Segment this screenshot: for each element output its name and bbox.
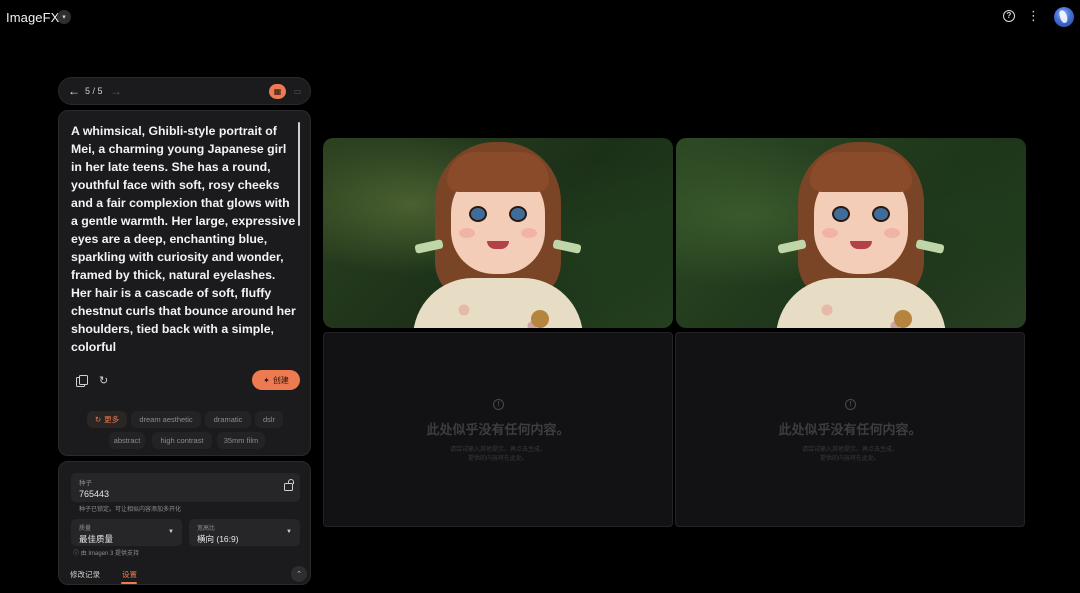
active-tab-indicator xyxy=(121,582,137,584)
empty-subtitle-1: 请尝试输入其他提示。再点击生成， xyxy=(801,447,898,453)
empty-slot-2: ! 此处似乎没有任何内容。 请尝试输入其他提示。再点击生成， 提供的内容将在此处… xyxy=(675,332,1025,527)
settings-panel: 种子 765443 种子已锁定。可让相似内容添加多开化 质量 最佳质量 ▼ 宽高… xyxy=(58,461,311,585)
quality-select[interactable]: 质量 最佳质量 ▼ xyxy=(71,519,182,546)
aspect-label: 宽高比 xyxy=(197,526,216,532)
more-vert-icon[interactable]: ⋮ xyxy=(1027,8,1040,24)
collapse-icon[interactable]: ⌃ xyxy=(291,566,307,582)
prompt-panel: A whimsical, Ghibli-style portrait of Me… xyxy=(58,110,311,456)
info-icon: ⓘ xyxy=(73,551,80,557)
info-icon: ! xyxy=(845,399,856,410)
history-navigator: ← 5 / 5 → ▦ ▭ xyxy=(58,77,311,105)
portrait-illustration xyxy=(776,138,946,328)
chevron-down-icon: ▼ xyxy=(286,529,292,535)
chip-abstract[interactable]: abstract xyxy=(109,432,145,449)
chip-dslr[interactable]: dslr xyxy=(255,411,283,428)
chip-high-contrast[interactable]: high contrast xyxy=(152,432,212,449)
refresh-icon: ↻ xyxy=(94,415,102,424)
help-circle-icon[interactable]: ? xyxy=(1003,10,1015,22)
reset-icon[interactable]: ↻ xyxy=(99,374,108,387)
model-note-text: 由 Imagen 3 提供支持 xyxy=(80,551,140,557)
seed-hint: 种子已锁定。可让相似内容添加多开化 xyxy=(79,507,182,513)
prompt-textarea[interactable]: A whimsical, Ghibli-style portrait of Me… xyxy=(71,122,299,358)
avatar[interactable] xyxy=(1054,7,1074,27)
portrait-illustration xyxy=(413,138,583,328)
empty-subtitle-2: 提供的内容将在此处。 xyxy=(467,456,528,462)
aspect-value: 横向 (16:9) xyxy=(197,534,239,544)
empty-title: 此处似乎没有任何内容。 xyxy=(426,422,570,437)
empty-title: 此处似乎没有任何内容。 xyxy=(778,422,922,437)
empty-subtitle-1: 请尝试输入其他提示。再点击生成， xyxy=(449,447,546,453)
grid-view-icon[interactable]: ▦ xyxy=(269,84,286,99)
aspect-ratio-select[interactable]: 宽高比 横向 (16:9) ▼ xyxy=(189,519,300,546)
chevron-down-icon: ▼ xyxy=(168,529,174,535)
quality-label: 质量 xyxy=(79,526,92,532)
tab-settings[interactable]: 设置 xyxy=(122,569,137,580)
seed-field[interactable]: 种子 765443 xyxy=(71,473,300,502)
lock-icon[interactable] xyxy=(284,479,294,491)
top-bar: ImageFX ▾ ? ⋮ xyxy=(0,0,1080,34)
back-arrow-icon[interactable]: ← xyxy=(68,84,80,98)
quality-value: 最佳质量 xyxy=(79,534,114,544)
chevron-down-icon[interactable]: ▾ xyxy=(57,10,71,24)
create-button[interactable]: ✦ 创建 xyxy=(252,370,300,390)
empty-slot-1: ! 此处似乎没有任何内容。 请尝试输入其他提示。再点击生成， 提供的内容将在此处… xyxy=(323,332,673,527)
prompt-scrollbar[interactable] xyxy=(298,122,300,226)
app-title[interactable]: ImageFX xyxy=(6,10,59,25)
sparkle-icon: ✦ xyxy=(263,375,270,385)
generated-image-2[interactable] xyxy=(676,138,1026,328)
generated-image-1[interactable] xyxy=(323,138,673,328)
empty-subtitle-2: 提供的内容将在此处。 xyxy=(819,456,880,462)
more-chips-label: 更多 xyxy=(104,415,120,424)
chip-dream-aesthetic[interactable]: dream aesthetic xyxy=(131,411,201,428)
model-note: ⓘ 由 Imagen 3 提供支持 xyxy=(73,548,139,557)
seed-label: 种子 xyxy=(79,480,92,487)
single-view-icon[interactable]: ▭ xyxy=(289,84,306,99)
create-label: 创建 xyxy=(272,375,289,385)
copy-icon[interactable] xyxy=(76,375,88,387)
tab-history[interactable]: 修改记录 xyxy=(70,569,100,580)
history-position: 5 / 5 xyxy=(85,86,103,96)
info-icon: ! xyxy=(493,399,504,410)
chip-35mm-film[interactable]: 35mm film xyxy=(217,432,265,449)
seed-value[interactable]: 765443 xyxy=(79,489,109,499)
chip-dramatic[interactable]: dramatic xyxy=(205,411,251,428)
more-chips-button[interactable]: ↻ 更多 xyxy=(87,411,127,428)
forward-arrow-icon[interactable]: → xyxy=(110,84,122,98)
